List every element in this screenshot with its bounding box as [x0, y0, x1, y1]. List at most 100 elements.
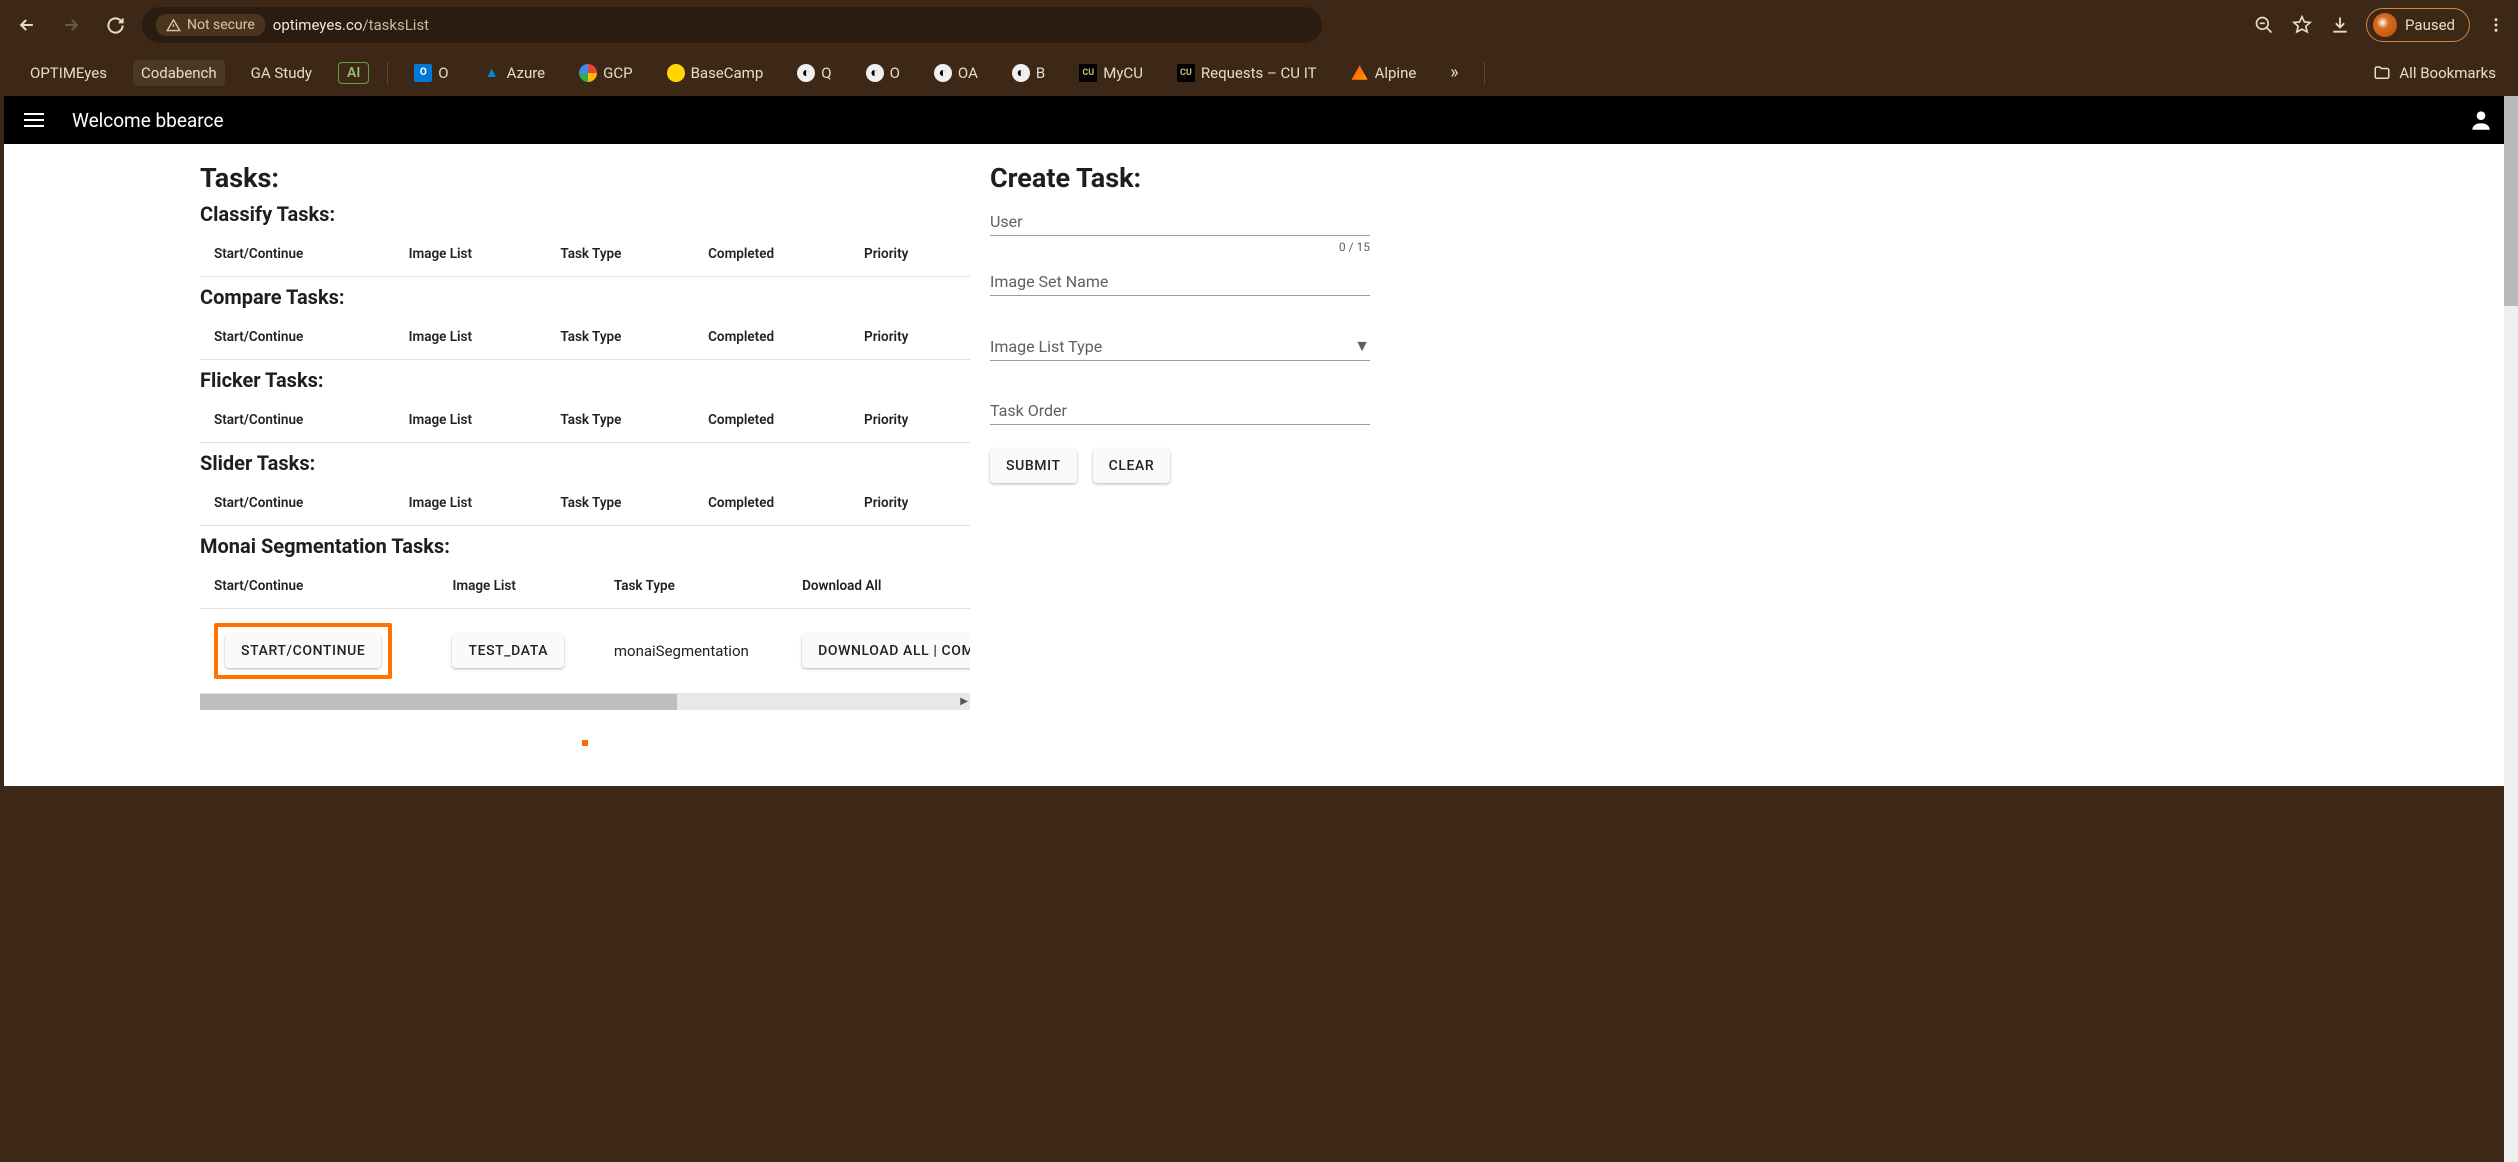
- col-type: Task Type: [546, 398, 694, 443]
- task-order-field[interactable]: Task Order: [990, 401, 1370, 425]
- tasks-column: Tasks: Classify Tasks: Start/Continue Im…: [200, 162, 970, 746]
- col-start: Start/Continue: [200, 232, 395, 277]
- loading-indicator: [582, 740, 588, 746]
- vertical-scrollbar[interactable]: [2504, 96, 2518, 1162]
- user-label: User: [990, 212, 1370, 231]
- start-continue-highlight: START/CONTINUE: [214, 623, 392, 679]
- download-all-button[interactable]: DOWNLOAD ALL | COMPLETED: [802, 634, 970, 668]
- bookmark-codabench[interactable]: Codabench: [133, 60, 225, 86]
- col-start: Start/Continue: [200, 481, 395, 526]
- alpine-icon: [1351, 64, 1369, 82]
- bookmark-gastudy[interactable]: GA Study: [243, 60, 320, 86]
- col-type: Task Type: [546, 481, 694, 526]
- security-badge[interactable]: Not secure: [156, 14, 265, 36]
- imageset-field[interactable]: Image Set Name: [990, 272, 1370, 296]
- form-actions: SUBMIT CLEAR: [990, 449, 1370, 483]
- monai-table: Start/Continue Image List Task Type Down…: [200, 564, 970, 694]
- github-icon: ◐: [866, 64, 884, 82]
- col-imagelist: Image List: [395, 398, 547, 443]
- col-imagelist: Image List: [395, 481, 547, 526]
- azure-icon: ▲: [483, 64, 501, 82]
- bookmark-optimeyes[interactable]: OPTIMEyes: [22, 60, 115, 86]
- imagelist-button[interactable]: TEST_DATA: [452, 634, 564, 668]
- hamburger-menu-icon[interactable]: [24, 108, 48, 132]
- bookmark-mycu[interactable]: CUMyCU: [1071, 60, 1151, 86]
- github-icon: ◐: [1012, 64, 1030, 82]
- tasks-heading: Tasks:: [200, 162, 970, 194]
- github-icon: ◐: [797, 64, 815, 82]
- all-bookmarks-button[interactable]: All Bookmarks: [2373, 64, 2496, 82]
- scrollbar-thumb[interactable]: [200, 694, 677, 710]
- col-type: Task Type: [600, 564, 788, 609]
- gcp-icon: [579, 64, 597, 82]
- clear-button[interactable]: CLEAR: [1093, 449, 1171, 483]
- col-start: Start/Continue: [200, 564, 438, 609]
- col-type: Task Type: [546, 315, 694, 360]
- topbar-user-button[interactable]: [2468, 107, 2494, 133]
- url-text: optimeyes.co/tasksList: [273, 16, 429, 34]
- forward-button[interactable]: [54, 8, 88, 42]
- col-priority: Priority: [850, 481, 970, 526]
- bookmark-github-q[interactable]: ◐Q: [789, 60, 839, 86]
- warning-icon: [166, 18, 181, 33]
- col-start: Start/Continue: [200, 315, 395, 360]
- profile-avatar-icon: [2373, 13, 2397, 37]
- create-task-column: Create Task: User 0 / 15 Image Set Name …: [990, 162, 1370, 746]
- create-task-heading: Create Task:: [990, 162, 1370, 194]
- basecamp-icon: [667, 64, 685, 82]
- bookmark-separator: [1484, 62, 1485, 84]
- bookmark-basecamp[interactable]: BaseCamp: [659, 60, 772, 86]
- flicker-heading: Flicker Tasks:: [200, 368, 970, 392]
- user-field[interactable]: User: [990, 212, 1370, 236]
- kebab-menu-icon[interactable]: [2484, 13, 2508, 37]
- bookmarks-overflow-icon[interactable]: »: [1442, 61, 1466, 85]
- bookmark-ai[interactable]: AI: [338, 62, 369, 84]
- download-icon[interactable]: [2328, 13, 2352, 37]
- horizontal-scrollbar[interactable]: ◀ ▶: [200, 694, 970, 710]
- address-bar[interactable]: Not secure optimeyes.co/tasksList: [142, 7, 1322, 43]
- col-type: Task Type: [546, 232, 694, 277]
- col-download: Download All: [788, 564, 970, 609]
- bookmark-azure[interactable]: ▲Azure: [475, 60, 553, 86]
- table-row: START/CONTINUE TEST_DATA monaiSegmentati…: [200, 609, 970, 694]
- col-completed: Completed: [694, 315, 850, 360]
- col-imagelist: Image List: [395, 232, 547, 277]
- scroll-right-icon[interactable]: ▶: [960, 696, 968, 707]
- person-icon: [2468, 107, 2494, 133]
- image-list-type-select[interactable]: Image List Type ▼: [990, 336, 1370, 361]
- monai-heading: Monai Segmentation Tasks:: [200, 534, 970, 558]
- start-continue-button[interactable]: START/CONTINUE: [225, 634, 381, 668]
- cu-icon: CU: [1177, 64, 1195, 82]
- outlook-icon: O: [414, 64, 432, 82]
- github-icon: ◐: [934, 64, 952, 82]
- bookmark-separator: [387, 62, 388, 84]
- reload-button[interactable]: [98, 8, 132, 42]
- imageset-label: Image Set Name: [990, 272, 1370, 291]
- task-type-cell: monaiSegmentation: [600, 609, 788, 694]
- bookmark-alpine[interactable]: Alpine: [1343, 60, 1425, 86]
- slider-table: Start/Continue Image List Task Type Comp…: [200, 481, 970, 526]
- paused-label: Paused: [2405, 16, 2455, 34]
- back-button[interactable]: [10, 8, 44, 42]
- bookmark-gcp[interactable]: GCP: [571, 60, 640, 86]
- col-completed: Completed: [694, 481, 850, 526]
- page-content: Tasks: Classify Tasks: Start/Continue Im…: [4, 144, 2514, 786]
- bookmark-outlook[interactable]: OO: [406, 60, 456, 86]
- bookmark-github-b[interactable]: ◐B: [1004, 60, 1053, 86]
- compare-heading: Compare Tasks:: [200, 285, 970, 309]
- bookmark-requests[interactable]: CURequests – CU IT: [1169, 60, 1325, 86]
- compare-table: Start/Continue Image List Task Type Comp…: [200, 315, 970, 360]
- profile-paused-button[interactable]: Paused: [2366, 8, 2470, 42]
- zoom-icon[interactable]: [2252, 13, 2276, 37]
- folder-icon: [2373, 64, 2391, 82]
- col-completed: Completed: [694, 398, 850, 443]
- bookmark-github-o[interactable]: ◐O: [858, 60, 908, 86]
- col-imagelist: Image List: [438, 564, 599, 609]
- col-start: Start/Continue: [200, 398, 395, 443]
- submit-button[interactable]: SUBMIT: [990, 449, 1077, 483]
- bookmark-star-icon[interactable]: [2290, 13, 2314, 37]
- listtype-label: Image List Type: [990, 337, 1102, 356]
- bookmark-github-oa[interactable]: ◐OA: [926, 60, 986, 86]
- flicker-table: Start/Continue Image List Task Type Comp…: [200, 398, 970, 443]
- scrollbar-thumb[interactable]: [2504, 96, 2518, 306]
